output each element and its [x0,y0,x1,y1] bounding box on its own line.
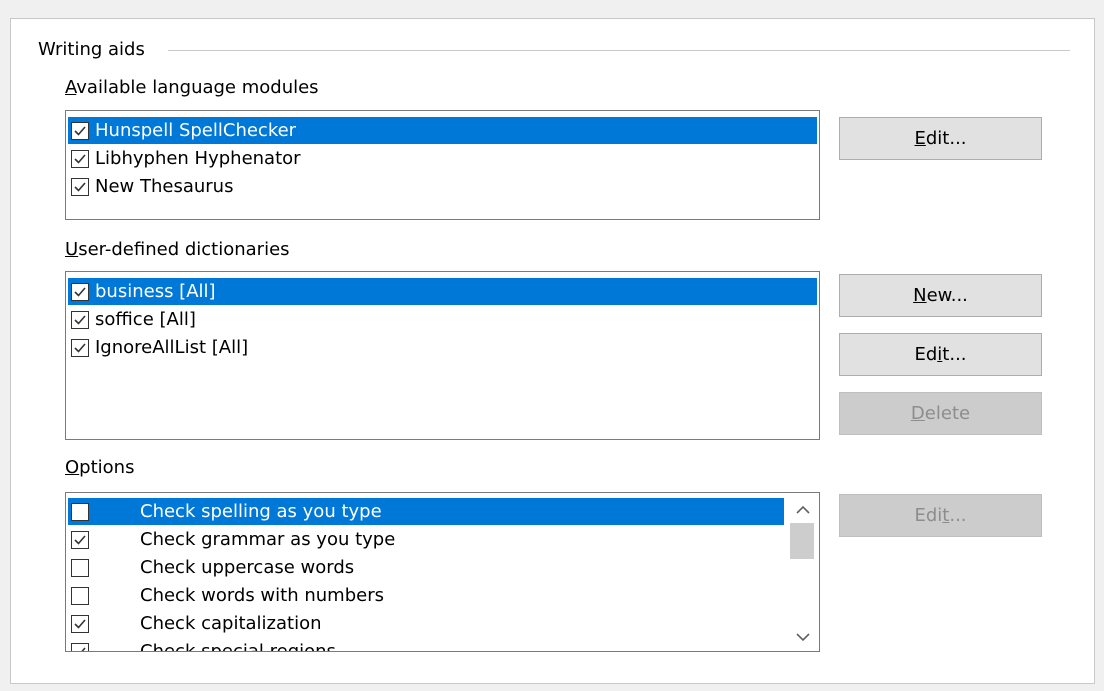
list-item[interactable]: soffice [All] [68,306,817,333]
dictionaries-label: User-defined dictionaries [65,239,290,260]
checkbox[interactable] [71,502,89,521]
dictionary-edit-button[interactable]: Ed i t... [839,333,1042,376]
checkmark-icon [73,617,87,631]
list-item-label: New Thesaurus [95,176,234,197]
options-scrollbar[interactable] [786,493,819,651]
checkbox[interactable] [71,586,89,605]
list-item[interactable]: IgnoreAllList [All] [68,334,817,361]
group-divider [168,50,1070,51]
list-item[interactable]: Hunspell SpellChecker [68,117,817,144]
checkmark-icon [73,313,87,327]
list-item-label: Check capitalization [140,613,322,634]
list-item-label: IgnoreAllList [All] [95,337,249,358]
list-item-label: Check grammar as you type [140,529,396,550]
checkmark-icon [73,124,87,138]
list-item[interactable]: Check uppercase words [68,554,784,581]
chevron-down-icon[interactable] [786,625,819,649]
list-item[interactable]: business [All] [68,278,817,305]
checkmark-icon [73,152,87,166]
checkmark-icon [73,533,87,547]
list-item-label: Libhyphen Hyphenator [95,148,301,169]
list-item[interactable]: Check words with numbers [68,582,784,609]
list-item[interactable]: Check special regions [68,638,784,652]
dictionary-delete-button[interactable]: Delete [839,392,1042,435]
checkbox[interactable] [71,282,89,301]
checkbox[interactable] [71,149,89,168]
list-item[interactable]: Libhyphen Hyphenator [68,145,817,172]
list-item[interactable]: Check capitalization [68,610,784,637]
options-label: Options [65,457,135,478]
list-item-label: Check words with numbers [140,585,384,606]
list-item[interactable]: Check spelling as you type [68,498,784,525]
checkmark-icon [73,285,87,299]
list-item-label: Check spelling as you type [140,501,382,522]
checkbox[interactable] [71,642,89,651]
checkbox[interactable] [71,177,89,196]
scrollbar-thumb[interactable] [790,523,814,559]
modules-edit-button[interactable]: Edit... [839,117,1042,160]
checkbox[interactable] [71,530,89,549]
list-item[interactable]: Check grammar as you type [68,526,784,553]
list-item-label: Hunspell SpellChecker [95,120,297,141]
options-listbox[interactable]: Check special regions Check capitalizatio… [65,492,820,652]
dictionaries-listbox[interactable]: IgnoreAllList [All] soffice [All] business… [65,271,820,440]
checkbox[interactable] [71,338,89,357]
list-item-label: Check special regions [140,641,336,652]
list-item[interactable]: New Thesaurus [68,173,817,200]
list-item-label: soffice [All] [95,309,196,330]
checkmark-icon [73,645,87,651]
modules-label: Available language modules [65,77,319,98]
checkbox[interactable] [71,310,89,329]
list-item-label: Check uppercase words [140,557,355,578]
group-title: Writing aids [38,38,153,62]
checkbox[interactable] [71,558,89,577]
checkbox[interactable] [71,614,89,633]
checkbox[interactable] [71,121,89,140]
options-edit-button[interactable]: Edi t... [839,494,1042,537]
list-item-label: business [All] [95,281,216,302]
checkmark-icon [73,341,87,355]
chevron-up-icon[interactable] [786,497,819,521]
modules-listbox[interactable]: New Thesaurus Libhyphen Hyphenator Hunspel… [65,110,820,220]
checkmark-icon [73,180,87,194]
dictionary-new-button[interactable]: New... [839,274,1042,317]
